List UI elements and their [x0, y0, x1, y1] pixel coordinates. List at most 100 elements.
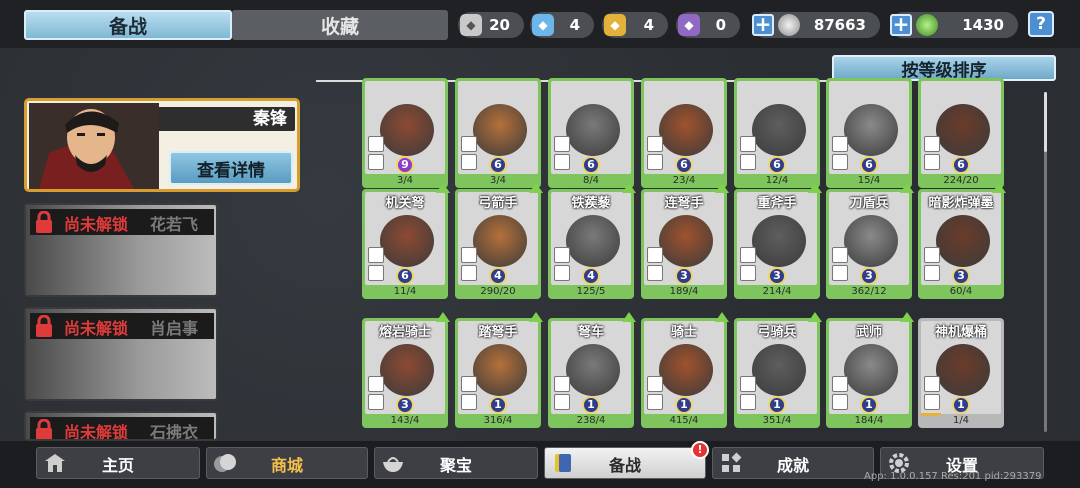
- upgrade-arrow-icon: [808, 312, 822, 322]
- unit-level-badge: 1: [489, 396, 507, 414]
- unit-name: 熔岩骑士: [378, 325, 431, 340]
- unit-card[interactable]: 6 224/20: [918, 78, 1004, 188]
- unit-card[interactable]: 1 415/4 骑士: [641, 312, 729, 428]
- unit-trait-icon: [554, 394, 570, 410]
- unit-level-badge: 6: [489, 156, 507, 174]
- unit-card[interactable]: 1 238/4 弩车: [548, 312, 636, 428]
- nav-achievement-button[interactable]: 成就: [712, 447, 874, 479]
- unit-portrait: [752, 215, 806, 267]
- gold-shield-icon: ◆: [604, 14, 626, 36]
- unit-class-icon: [740, 136, 756, 152]
- unit-class-icon: [461, 376, 477, 392]
- nav-prepare-button[interactable]: 备战: [544, 447, 706, 479]
- unit-card[interactable]: 1 316/4 踏弩手: [455, 312, 543, 428]
- nav-treasure-button[interactable]: 聚宝: [374, 447, 538, 479]
- unit-card[interactable]: 9 3/4: [362, 78, 448, 188]
- resource-value: 4: [569, 16, 580, 34]
- unit-level-badge: 6: [675, 156, 693, 174]
- view-details-button[interactable]: 查看详情: [169, 151, 293, 185]
- unit-name: 神机爆桶: [934, 325, 987, 340]
- hero-card-locked[interactable]: 尚未解锁 花若飞: [24, 203, 218, 297]
- green-gem-icon: [916, 14, 938, 36]
- unit-card-count: 60/4: [949, 286, 973, 297]
- tab-prepare[interactable]: 备战: [24, 10, 232, 40]
- unit-portrait: [936, 344, 990, 396]
- unit-portrait: [473, 104, 527, 156]
- unit-card-count: 184/4: [854, 415, 884, 426]
- unit-card[interactable]: 6 3/4: [455, 78, 541, 188]
- unit-card-count: 11/4: [393, 286, 417, 297]
- unit-card[interactable]: 6 12/4: [734, 78, 820, 188]
- unit-card[interactable]: 1 184/4 武师: [826, 312, 914, 428]
- unit-portrait: [659, 215, 713, 267]
- upgrade-arrow-icon: [529, 312, 543, 322]
- scrollbar[interactable]: [1044, 92, 1047, 432]
- lock-icon: [36, 211, 52, 233]
- unit-class-icon: [368, 136, 384, 152]
- unit-level-badge: 3: [952, 267, 970, 285]
- unit-trait-icon: [461, 394, 477, 410]
- unit-trait-icon: [832, 265, 848, 281]
- nav-shop-button[interactable]: 商城: [206, 447, 368, 479]
- unit-trait-icon: [740, 265, 756, 281]
- unit-card-count: 143/4: [390, 415, 420, 426]
- unit-name: 弓箭手: [478, 196, 518, 211]
- unit-name: 机关弩: [385, 196, 425, 211]
- unit-class-icon: [647, 376, 663, 392]
- unit-name: 暗影炸弹墨: [928, 196, 994, 211]
- unit-portrait: [752, 104, 806, 156]
- unit-portrait: [566, 344, 620, 396]
- hero-card-locked[interactable]: 尚未解锁 肖启事: [24, 307, 218, 401]
- unit-card-count: 238/4: [576, 415, 606, 426]
- unit-card[interactable]: 3 362/12 刀盾兵: [826, 183, 914, 299]
- resource-purple-shield: ◆ 0: [676, 12, 740, 38]
- unit-card[interactable]: 6 23/4: [641, 78, 727, 188]
- unit-card[interactable]: 3 143/4 熔岩骑士: [362, 312, 450, 428]
- unit-card[interactable]: 6 15/4: [826, 78, 912, 188]
- unit-portrait: [380, 344, 434, 396]
- unit-card[interactable]: 4 290/20 弓箭手: [455, 183, 543, 299]
- unit-class-icon: [832, 376, 848, 392]
- unit-card[interactable]: 6 8/4: [548, 78, 634, 188]
- unit-level-badge: 1: [582, 396, 600, 414]
- unit-card-count: 125/5: [576, 286, 606, 297]
- unit-card[interactable]: 6 11/4 机关弩: [362, 183, 450, 299]
- help-button[interactable]: ?: [1028, 11, 1054, 37]
- unit-name: 弩车: [577, 325, 604, 340]
- unit-card[interactable]: 3 60/4 暗影炸弹墨: [918, 183, 1006, 299]
- currency-gem: + 1430: [890, 12, 1018, 38]
- hero-card-selected[interactable]: 秦锋 查看详情: [24, 98, 300, 192]
- unit-trait-icon: [832, 394, 848, 410]
- unit-portrait: [844, 344, 898, 396]
- unit-name: 重斧手: [757, 196, 797, 211]
- unit-class-icon: [740, 247, 756, 263]
- nav-label: 备战: [608, 456, 641, 475]
- add-silver-button[interactable]: +: [752, 14, 774, 36]
- unit-card-count: 290/20: [480, 286, 516, 297]
- unit-class-icon: [554, 376, 570, 392]
- unit-trait-icon: [647, 394, 663, 410]
- upgrade-arrow-icon: [529, 183, 543, 193]
- unit-card-count: 351/4: [762, 415, 792, 426]
- currency-silver: + 87663: [752, 12, 880, 38]
- unit-level-badge: 1: [952, 396, 970, 414]
- nav-home-button[interactable]: 主页: [36, 447, 200, 479]
- unit-trait-icon: [554, 265, 570, 281]
- nav-label: 商城: [270, 456, 303, 475]
- unit-card[interactable]: 1 351/4 弓骑兵: [734, 312, 822, 428]
- unit-card[interactable]: 3 214/4 重斧手: [734, 183, 822, 299]
- unit-level-badge: 3: [768, 267, 786, 285]
- unit-card[interactable]: 3 189/4 连弩手: [641, 183, 729, 299]
- scrollbar-thumb[interactable]: [1044, 92, 1047, 152]
- unit-class-icon: [740, 376, 756, 392]
- locked-label: 尚未解锁: [64, 423, 129, 441]
- tab-collection[interactable]: 收藏: [232, 10, 448, 40]
- unit-card[interactable]: 1 1/4 神机爆桶: [918, 318, 1004, 428]
- unit-class-icon: [924, 376, 940, 392]
- lock-icon: [36, 315, 52, 337]
- unit-name: 刀盾兵: [849, 196, 889, 211]
- add-gem-button[interactable]: +: [890, 14, 912, 36]
- unit-name: 连弩手: [664, 196, 704, 211]
- hero-card-locked[interactable]: 尚未解锁 石拂衣: [24, 411, 218, 441]
- unit-card[interactable]: 4 125/5 铁蒺藜: [548, 183, 636, 299]
